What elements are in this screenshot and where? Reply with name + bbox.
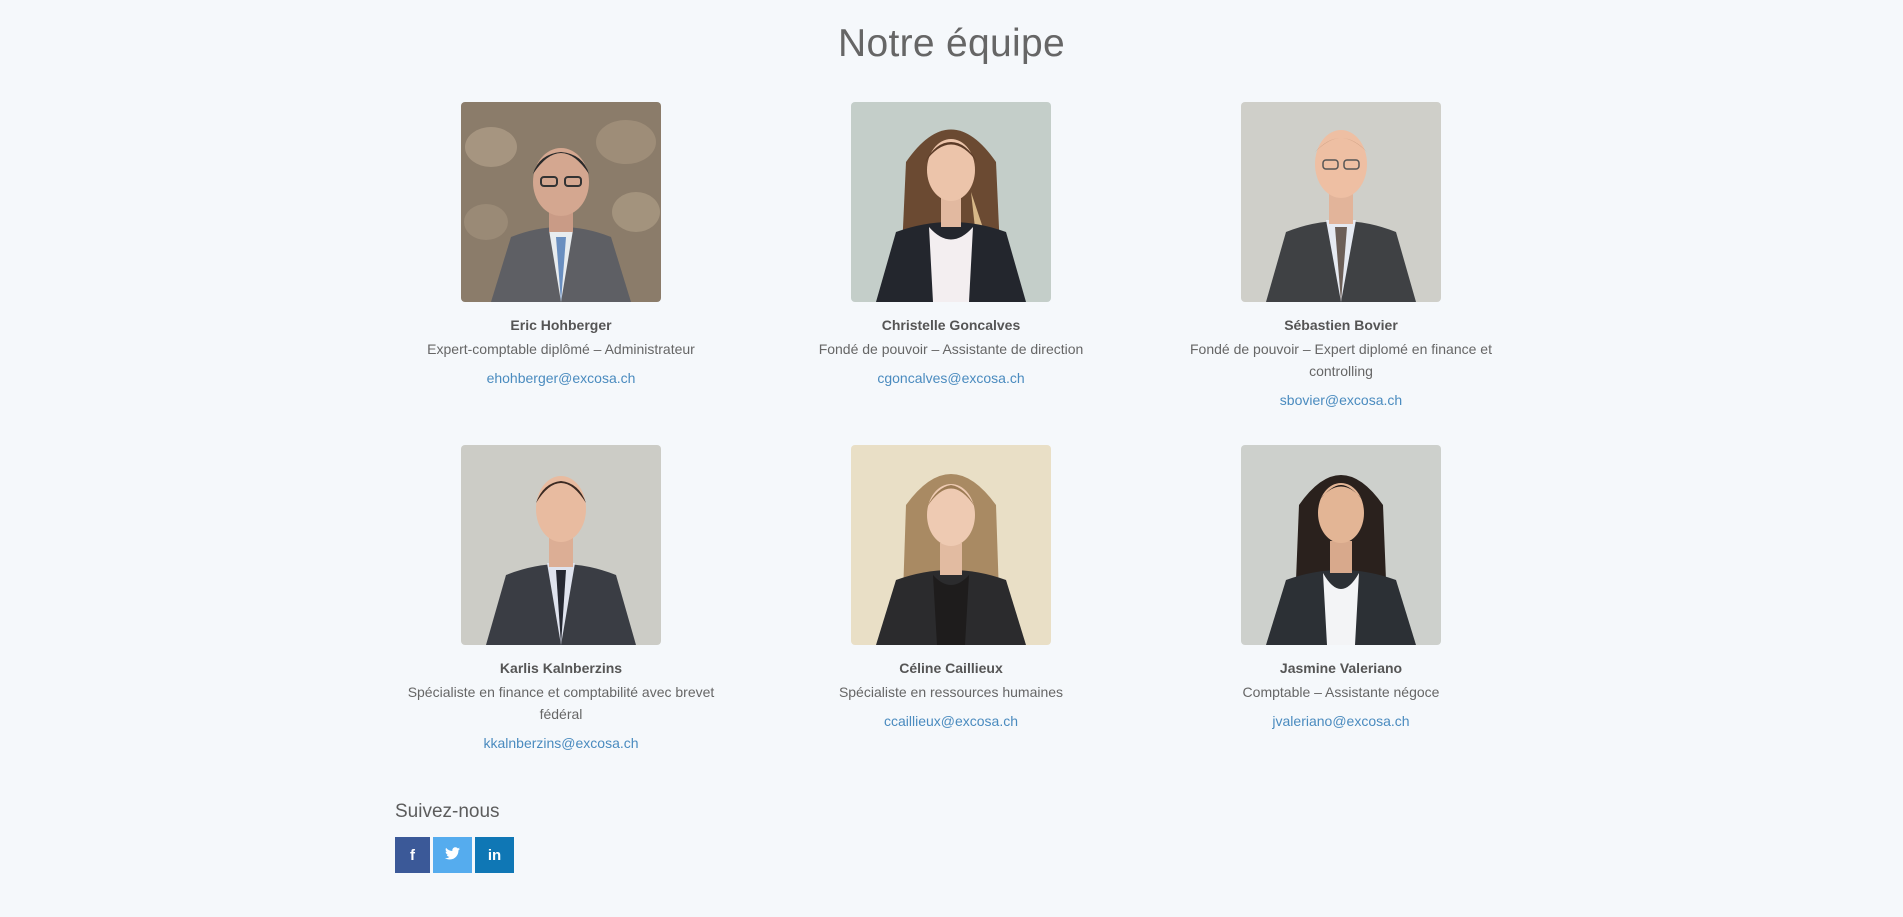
team-member-photo [461, 445, 661, 645]
team-member-role: Spécialiste en ressources humaines [838, 684, 1064, 700]
team-member-email-link[interactable]: sbovier@excosa.ch [1280, 391, 1402, 409]
team-member-photo [1241, 445, 1441, 645]
twitter-link[interactable] [433, 837, 472, 873]
team-member-email-link[interactable]: ccaillieux@excosa.ch [884, 712, 1018, 730]
team-member-email-link[interactable]: cgoncalves@excosa.ch [877, 369, 1024, 387]
team-member-card: Sébastien Bovier Fondé de pouvoir – Expe… [1171, 102, 1511, 410]
team-member-email-link[interactable]: jvaleriano@excosa.ch [1272, 712, 1409, 730]
facebook-icon: f [410, 846, 415, 864]
facebook-link[interactable]: f [395, 837, 430, 873]
linkedin-icon: in [487, 846, 502, 864]
team-member-photo [851, 102, 1051, 302]
team-member-card: Karlis Kalnberzins Spécialiste en financ… [391, 445, 731, 753]
team-member-email-link[interactable]: ehohberger@excosa.ch [487, 369, 636, 387]
team-member-role: Comptable – Assistante négoce [1242, 684, 1440, 700]
team-member-name: Karlis Kalnberzins [499, 660, 623, 676]
team-member-card: Jasmine Valeriano Comptable – Assistante… [1171, 445, 1511, 731]
team-member-photo [851, 445, 1051, 645]
team-member-photo [461, 102, 661, 302]
team-member-name: Sébastien Bovier [1284, 317, 1398, 333]
team-member-photo [1241, 102, 1441, 302]
team-member-card: Christelle Goncalves Fondé de pouvoir – … [781, 102, 1121, 388]
team-member-role: Fondé de pouvoir – Expert diplomé en fin… [1190, 341, 1492, 379]
team-member-name: Christelle Goncalves [881, 317, 1021, 333]
team-member-role: Fondé de pouvoir – Assistante de directi… [818, 341, 1084, 357]
twitter-icon [445, 846, 460, 864]
team-member-name: Céline Caillieux [899, 660, 1003, 676]
follow-us-title: Suivez-nous [395, 801, 500, 822]
team-member-name: Eric Hohberger [510, 317, 612, 333]
linkedin-link[interactable]: in [475, 837, 514, 873]
team-member-role: Spécialiste en finance et comptabilité a… [407, 684, 715, 722]
team-member-card: Eric Hohberger Expert-comptable diplômé … [391, 102, 731, 388]
team-section: Eric Hohberger Expert-comptable diplômé … [0, 0, 1903, 917]
social-links: f in [395, 837, 514, 873]
team-member-name: Jasmine Valeriano [1279, 660, 1403, 676]
team-member-role: Expert-comptable diplômé – Administrateu… [427, 341, 695, 357]
team-member-card: Céline Caillieux Spécialiste en ressourc… [781, 445, 1121, 731]
team-member-email-link[interactable]: kkalnberzins@excosa.ch [483, 734, 638, 752]
